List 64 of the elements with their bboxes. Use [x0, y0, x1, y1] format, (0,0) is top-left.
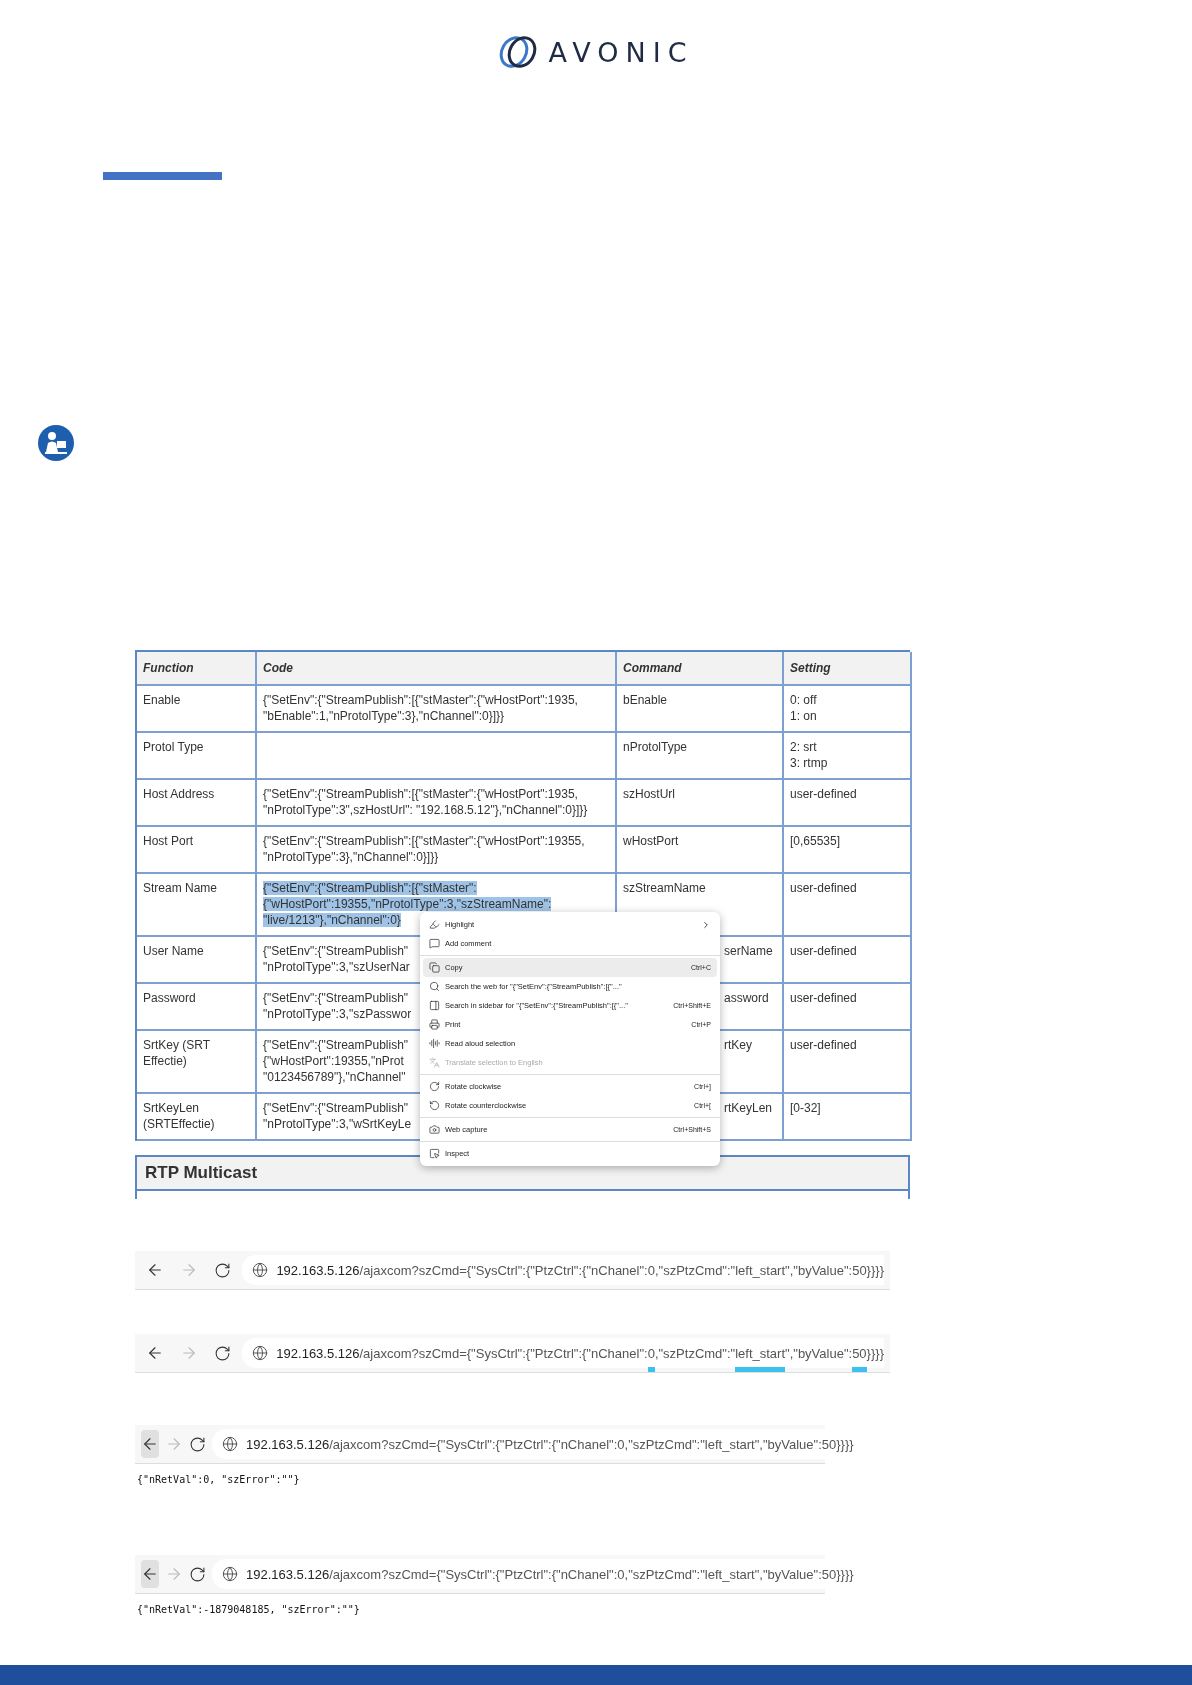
- back-button[interactable]: [141, 1560, 159, 1588]
- table-cell: user-defined: [784, 984, 912, 1031]
- forward-arrow-icon: [165, 1435, 183, 1453]
- inspect-icon: [429, 1148, 440, 1159]
- logo-icon: [498, 34, 539, 70]
- rotate-clockwise-icon: [429, 1081, 440, 1092]
- reload-icon: [214, 1261, 231, 1279]
- user-at-computer-icon: [37, 424, 75, 462]
- forward-arrow-icon: [165, 1565, 183, 1583]
- table-cell: Protol Type: [137, 733, 257, 780]
- table-cell: wHostPort: [617, 827, 784, 874]
- code-cell: {"SetEnv":{"StreamPublish":[{"stMaster":{"wHostPort":1935, "bEnable":1,"nProtolType":3},"nChannel":0}]}}: [257, 686, 617, 733]
- response-text: {"nRetVal":0, "szError":""}: [136, 1473, 301, 1485]
- copy-icon: [429, 962, 440, 973]
- table-cell: user-defined: [784, 780, 912, 827]
- highlighter-icon: [429, 919, 440, 930]
- camera-icon: [429, 1124, 440, 1135]
- table-cell: [0-32]: [784, 1094, 912, 1141]
- table-cell: Stream Name: [137, 874, 257, 937]
- address-field[interactable]: 192.163.5.126/ajaxcom?szCmd={"SysCtrl":{"PtzCtrl":{"nChanel":0,"szPtzCmd":"left_start","byValue":50}}}}: [212, 1559, 854, 1589]
- table-cell: Password: [137, 984, 257, 1031]
- response-text: {"nRetVal":-1879048185, "szError":""}: [136, 1603, 361, 1615]
- table-header-cell: Function: [137, 652, 257, 686]
- table-header-cell: Setting: [784, 652, 912, 686]
- globe-icon: [252, 1262, 269, 1278]
- table-cell: user-defined: [784, 1031, 912, 1094]
- globe-icon: [222, 1566, 238, 1582]
- logo-text: AVONIC: [548, 36, 694, 68]
- table-cell: bEnable: [617, 686, 784, 733]
- table-cell: szHostUrl: [617, 780, 784, 827]
- table-cell: SrtKeyLen (SRTEffectie): [137, 1094, 257, 1141]
- reload-icon: [189, 1565, 206, 1583]
- table-cell: Enable: [137, 686, 257, 733]
- table-cell: Host Address: [137, 780, 257, 827]
- table-header-cell: Command: [617, 652, 784, 686]
- code-cell: {"SetEnv":{"StreamPublish":[{"stMaster":{"wHostPort":19355, "nProtolType":3},"nChannel":0}]}}: [257, 827, 617, 874]
- audio-icon: [429, 1038, 440, 1049]
- globe-icon: [252, 1345, 269, 1361]
- back-button[interactable]: [141, 1430, 159, 1458]
- translate-icon: [429, 1057, 440, 1068]
- table-cell: SrtKey (SRT Effectie): [137, 1031, 257, 1094]
- table-cell: Host Port: [137, 827, 257, 874]
- table-cell: [0,65535]: [784, 827, 912, 874]
- table-cell: User Name: [137, 937, 257, 984]
- globe-icon: [222, 1436, 238, 1452]
- underline-mark: [735, 1366, 786, 1372]
- table-cell: user-defined: [784, 874, 912, 937]
- table-cell: 0: off 1: on: [784, 686, 912, 733]
- printer-icon: [429, 1019, 440, 1030]
- underline-mark: [852, 1366, 867, 1372]
- address-field[interactable]: 192.163.5.126/ajaxcom?szCmd={"SysCtrl":{"PtzCtrl":{"nChanel":0,"szPtzCmd":"left_start","byValue":50}}}}: [212, 1429, 854, 1459]
- reload-icon: [189, 1435, 206, 1453]
- table-cell: user-defined: [784, 937, 912, 984]
- underline-mark: [647, 1366, 655, 1372]
- table-cell: nProtolType: [617, 733, 784, 780]
- sidebar-icon: [429, 1000, 440, 1011]
- code-cell: {"SetEnv":{"StreamPublish":[{"stMaster":{"wHostPort":1935, "nProtolType":3",szHostUrl": "192.168.5.12"},"nChannel":0}]}}: [257, 780, 617, 827]
- search-icon: [429, 981, 440, 992]
- table-cell: 2: srt 3: rtmp: [784, 733, 912, 780]
- rotate-counterclockwise-icon: [429, 1100, 440, 1111]
- address-field[interactable]: 192.163.5.126/ajaxcom?szCmd={"SysCtrl":{"PtzCtrl":{"nChanel":0,"szPtzCmd":"left_start","byValue":50}}}}: [242, 1255, 884, 1285]
- reload-icon: [213, 1344, 231, 1362]
- comment-icon: [429, 938, 440, 949]
- table-header-cell: Code: [257, 652, 617, 686]
